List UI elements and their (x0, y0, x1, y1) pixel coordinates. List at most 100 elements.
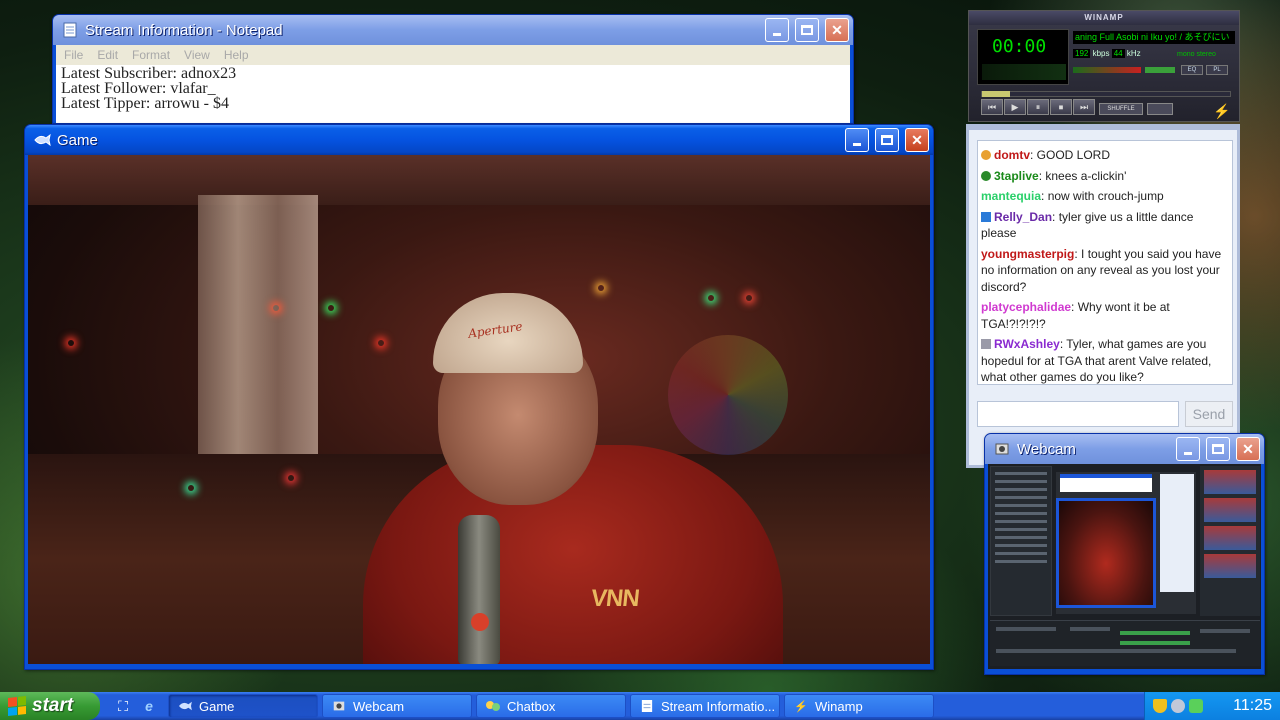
send-button[interactable]: Send (1185, 401, 1233, 427)
obs-sources-panel (1200, 466, 1260, 616)
latest-tipper-line: Latest Tipper: arrowu - $4 (61, 95, 229, 112)
maximize-icon (881, 135, 893, 145)
winamp-balance-slider[interactable] (1145, 67, 1175, 73)
task-game[interactable]: Game (168, 694, 318, 718)
winamp-stop-button[interactable]: ⏹ (1050, 99, 1072, 115)
maximize-button[interactable] (875, 128, 899, 152)
task-chatbox[interactable]: Chatbox (476, 694, 626, 718)
winamp-eq-button[interactable]: EQ (1181, 65, 1203, 75)
chat-bubbles-icon (485, 699, 501, 713)
task-stream-information[interactable]: Stream Informatio... (630, 694, 780, 718)
close-button[interactable]: ✕ (825, 18, 849, 42)
close-button[interactable]: ✕ (905, 128, 929, 152)
menu-view[interactable]: View (184, 48, 210, 65)
chat-text: GOOD LORD (1036, 148, 1111, 162)
winamp-volume-slider[interactable] (1073, 67, 1141, 73)
room-ceiling (28, 155, 930, 205)
system-tray: 11:25 (1144, 692, 1280, 720)
winamp-seek-bar[interactable] (981, 91, 1231, 97)
task-label: Stream Informatio... (661, 698, 776, 714)
mini-chatbox (1160, 474, 1194, 592)
notepad-title-bar[interactable]: Stream Information - Notepad ✕ (53, 15, 853, 45)
chat-message: youngmasterpig: I tought you said you ha… (981, 246, 1222, 294)
menu-format[interactable]: Format (132, 48, 170, 65)
chat-message: 3taplive: knees a-clickin' (981, 168, 1229, 185)
winamp-play-button[interactable]: ▶ (1004, 99, 1026, 115)
obs-mixer-panel (990, 620, 1260, 666)
game-title-bar[interactable]: Game ✕ (25, 125, 933, 155)
winamp-stereo-indicator: mono stereo (1177, 51, 1216, 58)
game-title: Game (57, 131, 98, 149)
task-winamp[interactable]: ⚡ Winamp (784, 694, 934, 718)
minimize-icon (1184, 451, 1192, 455)
task-label: Webcam (353, 698, 405, 714)
task-webcam[interactable]: Webcam (322, 694, 472, 718)
microphone-light (471, 613, 489, 631)
chat-username[interactable]: youngmasterpig (981, 247, 1074, 261)
winamp-player: WINAMP 00:00 aning Full Asobi ni Iku yo!… (968, 10, 1240, 122)
chat-username[interactable]: platycephalidae (981, 300, 1071, 314)
minimize-button[interactable] (765, 18, 789, 42)
windows-flag-icon (8, 696, 26, 716)
winamp-lightning-icon: ⚡ (794, 700, 808, 713)
chat-text: knees a-clickin' (1045, 168, 1127, 183)
winamp-khz-value: 44 (1111, 49, 1125, 58)
system-clock[interactable]: 11:25 (1233, 697, 1272, 715)
chat-input[interactable] (977, 401, 1179, 427)
close-button[interactable]: ✕ (1236, 437, 1260, 461)
winamp-lightning-icon: ⚡ (1213, 103, 1231, 119)
show-desktop-icon[interactable]: ⛶ (114, 697, 132, 715)
shirt-logo-text: VNN (589, 585, 641, 612)
menu-file[interactable]: File (64, 48, 83, 65)
maximize-button[interactable] (795, 18, 819, 42)
chat-text: now with crouch-jump (1047, 189, 1164, 203)
notepad-icon (639, 699, 655, 713)
winamp-visualizer (982, 64, 1066, 80)
task-label: Chatbox (507, 698, 556, 714)
obs-capture-preview (988, 464, 1261, 669)
notepad-menu-bar: File Edit Format View Help (56, 45, 850, 65)
notepad-text-area[interactable]: Latest Subscriber: adnox23 Latest Follow… (56, 65, 850, 123)
minimize-button[interactable] (1176, 437, 1200, 461)
chat-username[interactable]: mantequia (981, 189, 1041, 203)
volume-icon[interactable] (1189, 699, 1203, 713)
winamp-khz-label: kHz (1126, 49, 1141, 58)
chat-message: mantequia: now with crouch-jump (981, 189, 1164, 203)
close-icon: ✕ (1242, 440, 1254, 457)
chat-message: domtv: GOOD LORD (981, 147, 1229, 164)
maximize-button[interactable] (1206, 437, 1230, 461)
fish-icon (33, 132, 51, 148)
webcam-video-feed: Aperture VNN (28, 155, 930, 664)
obs-scenes-panel (990, 466, 1052, 616)
chat-username[interactable]: RWxAshley (994, 337, 1060, 351)
close-icon: ✕ (911, 131, 923, 148)
winamp-pause-button[interactable]: ⏸ (1027, 99, 1049, 115)
chat-username[interactable]: Relly_Dan (994, 210, 1052, 224)
chat-username[interactable]: domtv (994, 148, 1030, 162)
start-button[interactable]: start (0, 692, 100, 720)
winamp-transport-controls: ⏮ ▶ ⏸ ⏹ ⏭ (981, 99, 1095, 115)
internet-explorer-icon[interactable]: e (140, 697, 158, 715)
winamp-next-button[interactable]: ⏭ (1073, 99, 1095, 115)
notepad-window: Stream Information - Notepad ✕ File Edit… (52, 14, 854, 124)
network-icon[interactable] (1171, 699, 1185, 713)
winamp-time: 00:00 (992, 36, 1047, 57)
chat-message: RWxAshley: Tyler, what games are you hop… (981, 337, 1212, 384)
winamp-prev-button[interactable]: ⏮ (981, 99, 1003, 115)
webcam-title-bar[interactable]: Webcam ✕ (985, 434, 1264, 464)
menu-edit[interactable]: Edit (97, 48, 118, 65)
winamp-pl-button[interactable]: PL (1206, 65, 1228, 75)
game-window: Game ✕ Aperture VNN (24, 124, 934, 670)
webcam-icon (331, 699, 347, 713)
menu-help[interactable]: Help (224, 48, 249, 65)
winamp-shuffle-button[interactable]: SHUFFLE (1099, 103, 1143, 115)
security-shield-icon[interactable] (1153, 699, 1167, 713)
winamp-song-ticker: aning Full Asobi ni Iku yo! / あそびにい (1073, 31, 1235, 44)
start-label: start (32, 695, 74, 716)
winamp-seek-thumb[interactable] (982, 91, 1010, 97)
winamp-repeat-button[interactable] (1147, 103, 1173, 115)
chat-username[interactable]: 3taplive (994, 169, 1039, 183)
winamp-title-bar[interactable]: WINAMP (969, 11, 1239, 25)
winamp-kbps-value: 192 (1073, 49, 1091, 58)
minimize-button[interactable] (845, 128, 869, 152)
